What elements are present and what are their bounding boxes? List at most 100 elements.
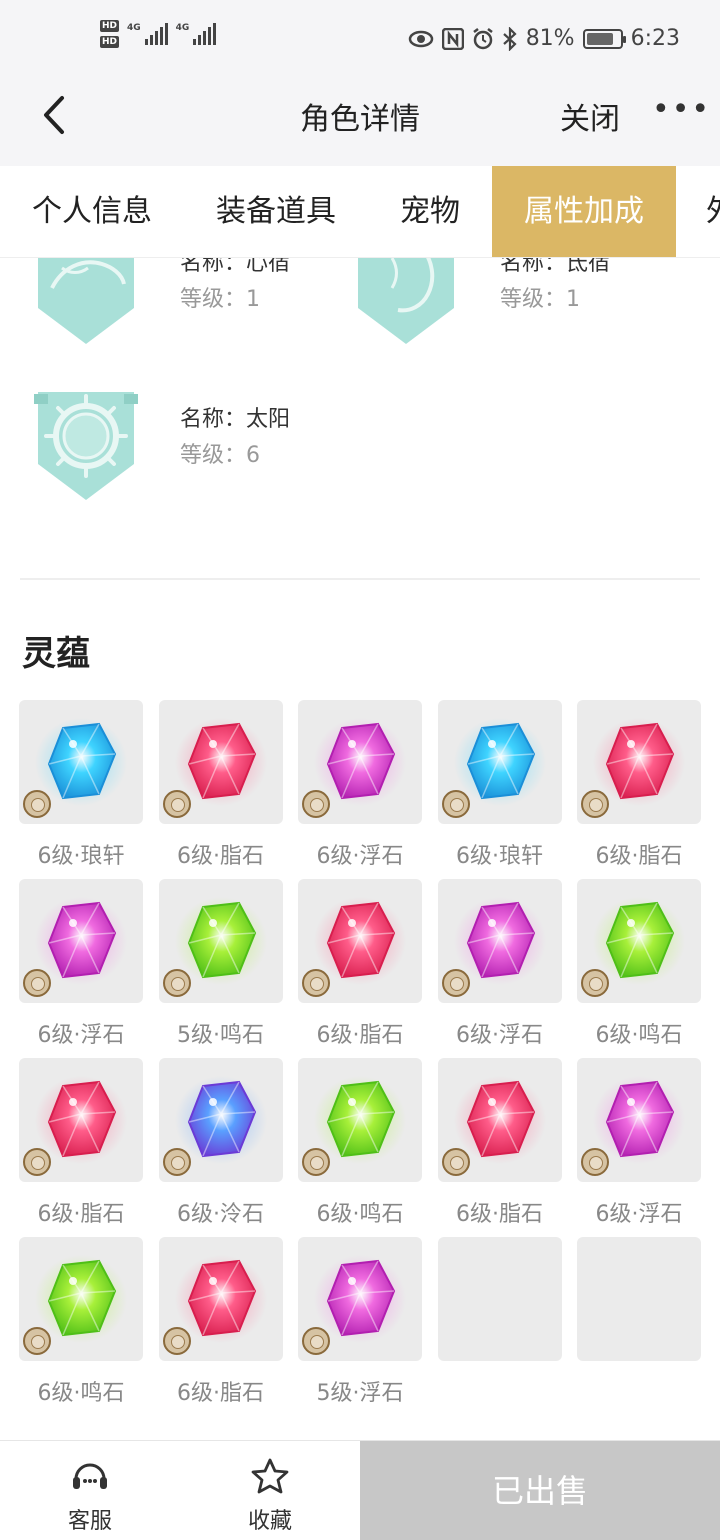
lingyun-label: 6级·脂石 xyxy=(37,1202,125,1227)
lingyun-label: 6级·琅轩 xyxy=(37,844,125,869)
content-area: 名称：心宿 等级：1 名称：氐宿 等级：1 名称：太阳 等级：6 灵蕴 6级·琅… xyxy=(0,258,720,1440)
customer-service-button[interactable]: 客服 xyxy=(0,1441,180,1540)
alarm-icon xyxy=(472,27,493,49)
tab-appearance[interactable]: 外 xyxy=(700,166,720,257)
sold-status-button[interactable]: 已出售 xyxy=(360,1441,720,1540)
hd-badge-2: HD xyxy=(100,36,120,48)
lingyun-slot xyxy=(577,1237,701,1361)
rank-badge-icon xyxy=(23,1148,51,1176)
lingyun-slot[interactable]: 5级·浮石 xyxy=(298,1237,422,1407)
customer-service-label: 客服 xyxy=(67,1509,112,1534)
rank-badge-icon xyxy=(162,790,191,818)
favorite-label: 收藏 xyxy=(247,1509,292,1534)
bluetooth-icon xyxy=(502,26,517,51)
constellation-emblem-icon xyxy=(38,258,134,344)
emblem-name: 名称：心宿 xyxy=(180,258,291,276)
lingyun-tile xyxy=(577,700,701,824)
clock: 6:23 xyxy=(630,26,680,51)
tab-bar: 个人信息 装备道具 宠物 属性加成 外 xyxy=(0,166,720,258)
lingyun-label: 6级·脂石 xyxy=(177,844,264,869)
favorite-button[interactable]: 收藏 xyxy=(180,1441,360,1540)
rank-badge-icon xyxy=(581,1148,609,1176)
rank-badge-icon xyxy=(23,790,51,818)
status-icons: 81% 6:23 xyxy=(408,26,680,51)
constellation-emblem-icon xyxy=(358,258,454,344)
lingyun-label: 6级·浮石 xyxy=(316,844,404,869)
customer-service-icon xyxy=(73,1463,107,1489)
lingyun-tile xyxy=(19,879,143,1003)
hd-badge-1: HD xyxy=(100,20,120,32)
rank-badge-icon xyxy=(302,790,330,818)
lingyun-slot[interactable]: 6级·琅轩 xyxy=(437,700,562,870)
lingyun-label: 6级·鸣石 xyxy=(595,1023,683,1048)
battery-percent: 81% xyxy=(525,26,575,51)
tab-equipment[interactable]: 装备道具 xyxy=(198,166,354,257)
bottom-action-bar: 客服 收藏 已出售 xyxy=(0,1440,720,1540)
lingyun-slot[interactable]: 6级·浮石 xyxy=(577,1058,701,1228)
lingyun-tile xyxy=(437,879,562,1003)
more-options-button[interactable]: ••• xyxy=(652,92,711,127)
lingyun-slot[interactable]: 6级·浮石 xyxy=(19,879,143,1049)
lingyun-tile xyxy=(577,1058,701,1182)
lingyun-tile xyxy=(437,1058,562,1182)
lingyun-slot[interactable]: 6级·脂石 xyxy=(158,1237,283,1407)
lingyun-label: 6级·脂石 xyxy=(177,1381,264,1406)
lingyun-slot[interactable]: 6级·脂石 xyxy=(437,1058,562,1228)
battery-icon xyxy=(582,28,626,49)
tab-pets[interactable]: 宠物 xyxy=(382,166,478,257)
lingyun-slot[interactable]: 6级·浮石 xyxy=(437,879,562,1049)
close-button[interactable]: 关闭 xyxy=(560,94,620,138)
lingyun-label: 6级·鸣石 xyxy=(37,1381,125,1406)
rank-badge-icon xyxy=(441,969,470,997)
rank-badge-icon xyxy=(162,969,191,997)
rank-badge-icon xyxy=(441,1148,470,1176)
tab-personal-info[interactable]: 个人信息 xyxy=(14,166,170,257)
lingyun-label: 5级·浮石 xyxy=(316,1381,404,1406)
rank-badge-icon xyxy=(441,790,470,818)
signal-icon-1: 4G xyxy=(127,23,168,45)
lingyun-tile xyxy=(158,700,283,824)
lingyun-label: 6级·琅轩 xyxy=(456,844,543,869)
emblem-level: 等级：1 xyxy=(500,287,580,312)
network-indicators: HD HD 4G 4G xyxy=(100,20,217,48)
signal-icon-2: 4G xyxy=(176,23,217,45)
sun-emblem-icon xyxy=(34,392,138,500)
rank-badge-icon xyxy=(581,790,609,818)
lingyun-slot[interactable]: 6级·鸣石 xyxy=(577,879,701,1049)
emblem-level: 等级：6 xyxy=(180,443,260,468)
lingyun-slot[interactable]: 6级·鸣石 xyxy=(19,1237,143,1407)
lingyun-slot[interactable]: 6级·脂石 xyxy=(158,700,283,870)
lingyun-label: 5级·鸣石 xyxy=(177,1023,264,1048)
tab-attribute-bonus[interactable]: 属性加成 xyxy=(492,166,676,257)
lingyun-tile xyxy=(298,1237,422,1361)
star-icon xyxy=(251,1458,289,1494)
rank-badge-icon xyxy=(162,1327,191,1355)
lingyun-slot[interactable]: 6级·鸣石 xyxy=(298,1058,422,1228)
lingyun-tile xyxy=(19,1237,143,1361)
lingyun-slot[interactable]: 6级·泠石 xyxy=(158,1058,283,1228)
lingyun-label: 6级·鸣石 xyxy=(316,1202,404,1227)
lingyun-label: 6级·脂石 xyxy=(456,1202,543,1227)
lingyun-tile xyxy=(158,1237,283,1361)
lingyun-slot xyxy=(437,1237,562,1361)
emblem-level: 等级：1 xyxy=(180,287,260,312)
lingyun-tile xyxy=(437,1237,562,1361)
rank-badge-icon xyxy=(302,969,330,997)
lingyun-tile xyxy=(19,1058,143,1182)
rank-badge-icon xyxy=(302,1148,330,1176)
lingyun-label: 6级·浮石 xyxy=(595,1202,683,1227)
lingyun-slot[interactable]: 6级·琅轩 xyxy=(19,700,143,870)
rank-badge-icon xyxy=(23,969,51,997)
lingyun-label: 6级·脂石 xyxy=(595,844,683,869)
lingyun-slot[interactable]: 6级·脂石 xyxy=(19,1058,143,1228)
lingyun-slot[interactable]: 6级·脂石 xyxy=(298,879,422,1049)
lingyun-slot[interactable]: 6级·浮石 xyxy=(298,700,422,870)
lingyun-tile xyxy=(577,1237,701,1361)
rank-badge-icon xyxy=(23,1327,51,1355)
lingyun-label: 6级·脂石 xyxy=(316,1023,404,1048)
lingyun-slot[interactable]: 5级·鸣石 xyxy=(158,879,283,1049)
lingyun-tile xyxy=(158,879,283,1003)
lingyun-slot[interactable]: 6级·脂石 xyxy=(577,700,701,870)
lingyun-tile xyxy=(298,700,422,824)
rank-badge-icon xyxy=(581,969,609,997)
